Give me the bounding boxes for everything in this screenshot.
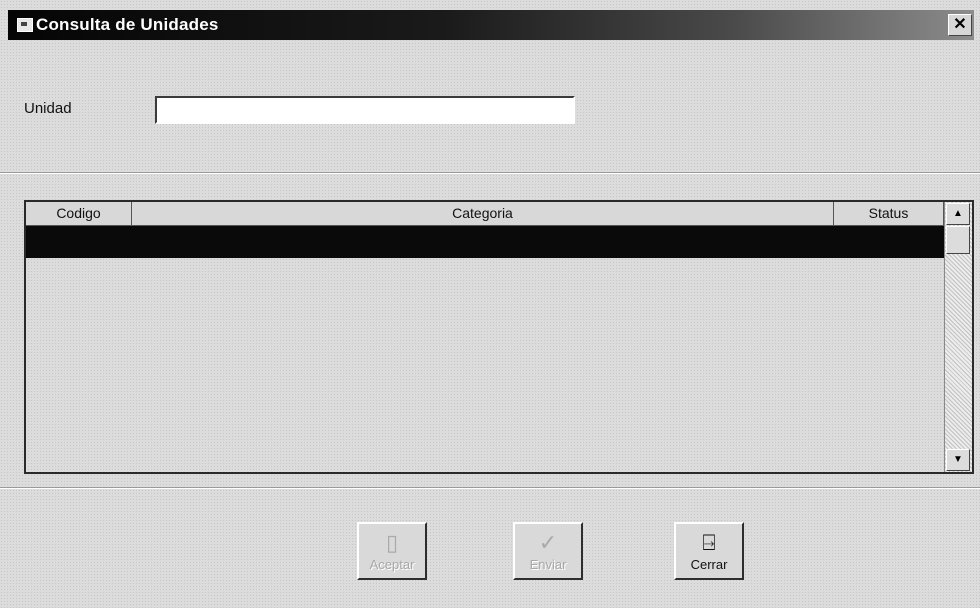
column-header-categoria[interactable]: Categoria [132,202,834,226]
consulta-unidades-window: Consulta de Unidades ✕ Unidad Codigo Cat… [0,0,980,608]
cerrar-button[interactable]: ⍈ Cerrar [674,522,744,580]
cerrar-button-label: Cerrar [690,557,728,572]
app-icon [17,18,33,32]
enviar-button-label: Enviar [529,557,567,572]
divider [0,172,980,174]
column-header-status[interactable]: Status [834,202,944,226]
scroll-thumb[interactable] [946,226,970,254]
checkmark-icon: ✓ [538,530,558,555]
aceptar-button-label: Aceptar [369,557,415,572]
enviar-button[interactable]: ✓ Enviar [513,522,583,580]
door-exit-icon: ⍈ [702,530,716,555]
unidad-input[interactable] [155,96,575,124]
scroll-down-button[interactable]: ▼ [946,449,970,471]
document-icon: ▯ [385,530,399,555]
scroll-up-button[interactable]: ▲ [946,203,970,225]
aceptar-button[interactable]: ▯ Aceptar [357,522,427,580]
divider [0,487,980,489]
units-grid[interactable]: Codigo Categoria Status ▲ ▼ [24,200,974,474]
column-header-codigo[interactable]: Codigo [26,202,132,226]
vertical-scrollbar[interactable]: ▲ ▼ [944,202,972,472]
unidad-label: Unidad [24,100,72,117]
close-button[interactable]: ✕ [948,14,972,36]
title-bar[interactable]: Consulta de Unidades ✕ [8,10,974,40]
selected-row[interactable] [26,226,946,258]
window-title: Consulta de Unidades [36,15,219,34]
